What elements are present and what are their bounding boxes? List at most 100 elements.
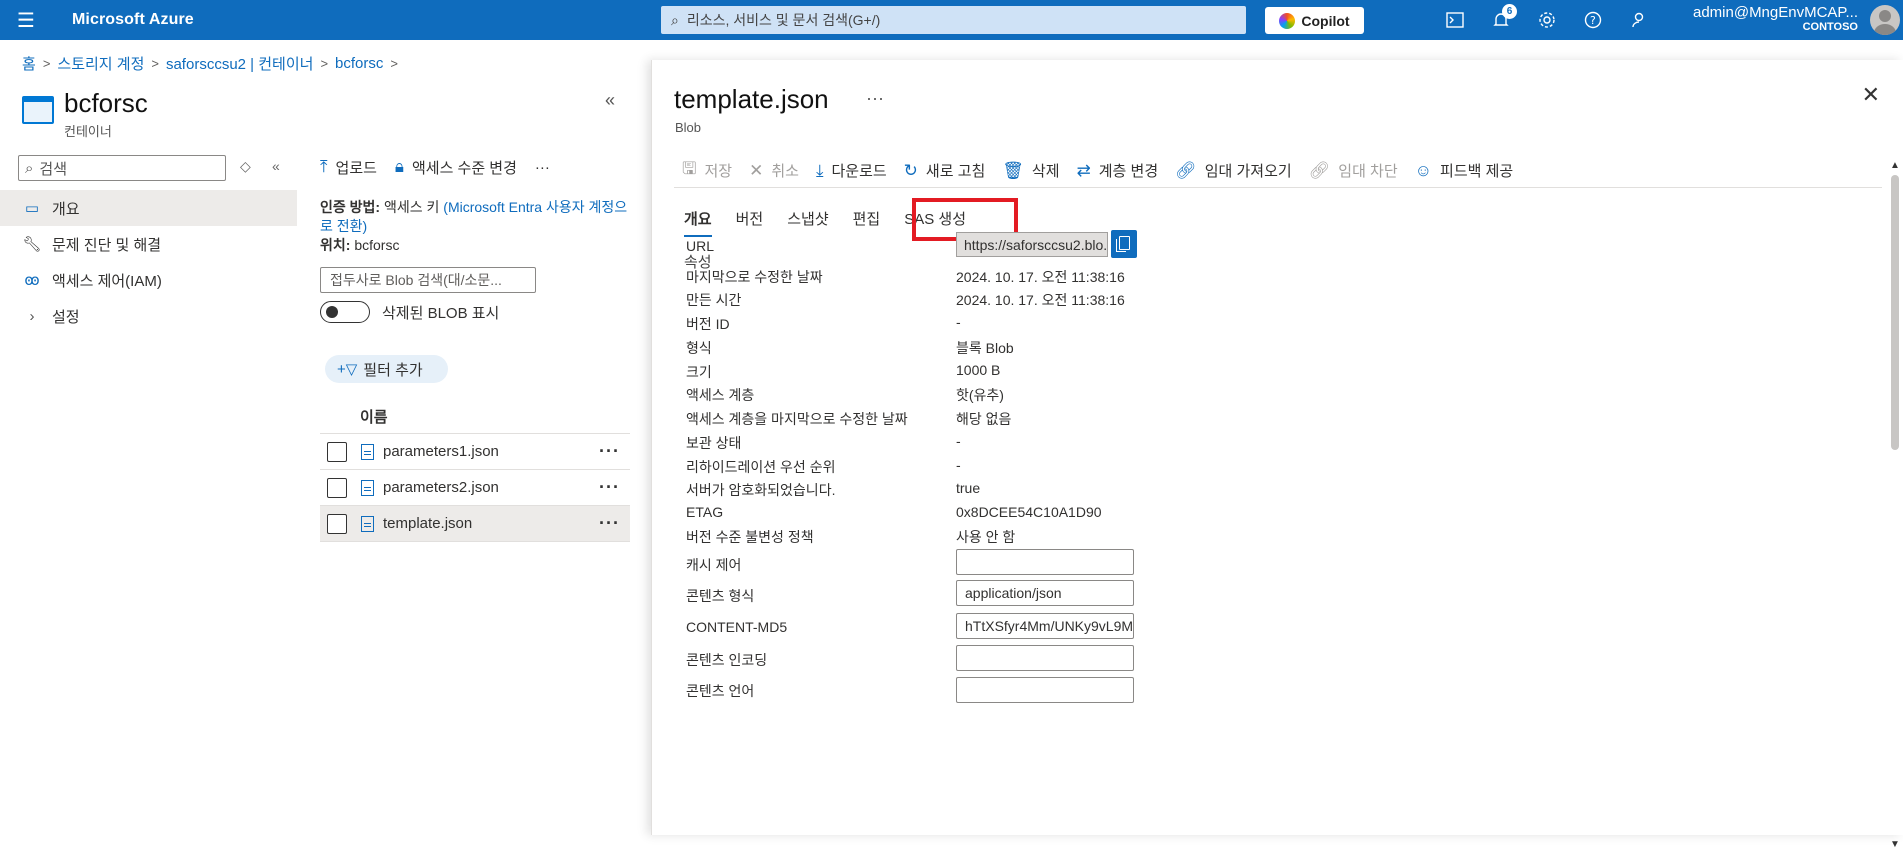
more-actions-button[interactable]: ···: [535, 159, 550, 176]
panel-more-icon[interactable]: ···: [866, 88, 884, 109]
break-lease-button[interactable]: 🔗︎ 임대 차단: [1309, 160, 1398, 181]
delete-button[interactable]: 🗑︎ 삭제: [1002, 160, 1059, 181]
breadcrumb-home[interactable]: 홈: [22, 53, 36, 74]
sort-icon[interactable]: ◇: [240, 158, 251, 175]
portal-brand[interactable]: Microsoft Azure: [72, 11, 194, 29]
hamburger-menu-icon[interactable]: ☰: [0, 0, 52, 40]
property-value: 해당 없음: [956, 411, 1012, 427]
add-filter-button[interactable]: +▽ 필터 추가: [325, 355, 448, 383]
scroll-up-arrow-icon[interactable]: ▲: [1890, 160, 1900, 171]
nav-item-settings[interactable]: › 설정: [0, 298, 297, 334]
download-button[interactable]: ⤓ 다운로드: [816, 160, 887, 181]
chevron-right-icon: >: [390, 56, 398, 71]
link-icon: 🔗︎: [1175, 160, 1197, 180]
feedback-button[interactable]: ☺ 피드백 제공: [1415, 160, 1514, 181]
nav-item-overview[interactable]: ▭ 개요: [0, 190, 297, 226]
nav-item-label: 액세스 제어(IAM): [52, 272, 162, 290]
row-more-icon[interactable]: ···: [599, 441, 620, 462]
table-row[interactable]: parameters2.json ···: [320, 470, 630, 506]
notifications-bell-icon[interactable]: 6: [1488, 4, 1517, 32]
cache-control-input[interactable]: [956, 549, 1134, 575]
table-row[interactable]: parameters1.json ···: [320, 434, 630, 470]
page-subtitle: 컨테이너: [64, 124, 112, 139]
property-label: 크기: [686, 364, 712, 380]
feedback-icon[interactable]: [1626, 8, 1652, 32]
tab-versions[interactable]: 버전: [736, 208, 764, 237]
breadcrumb-storage-accounts[interactable]: 스토리지 계정: [57, 53, 144, 74]
panel-scrollbar[interactable]: ▲ ▼: [1890, 160, 1900, 850]
property-value: -: [956, 314, 961, 330]
close-icon[interactable]: ✕: [1862, 82, 1880, 108]
refresh-button[interactable]: ↻ 새로 고침: [904, 160, 986, 181]
collapse-menu-icon[interactable]: «: [272, 158, 280, 174]
property-value: 1000 B: [956, 362, 1001, 378]
account-menu[interactable]: admin@MngEnvMCAP... CONTOSO: [1680, 4, 1858, 33]
nav-item-label: 설정: [52, 308, 80, 326]
discard-button[interactable]: ✕ 취소: [749, 160, 799, 181]
url-field[interactable]: https://saforsccsu2.blo...: [956, 232, 1108, 257]
file-name-link[interactable]: template.json: [383, 515, 472, 532]
property-label: 액세스 계층을 마지막으로 수정한 날짜: [686, 411, 908, 427]
table-row[interactable]: template.json ···: [320, 506, 630, 542]
search-placeholder: 리소스, 서비스 및 문서 검색(G+/): [686, 12, 881, 28]
row-checkbox[interactable]: [327, 441, 347, 462]
people-icon: ꙭ: [24, 272, 40, 289]
save-button[interactable]: 🖫︎ 저장: [682, 156, 732, 185]
download-icon: ⤓: [815, 160, 824, 180]
change-tier-button[interactable]: ⇄ 계층 변경: [1077, 160, 1159, 181]
copy-to-clipboard-icon[interactable]: [1111, 230, 1137, 258]
search-icon: ⌕: [671, 11, 679, 28]
property-value: 블록 Blob: [956, 340, 1014, 356]
blob-prefix-search-input[interactable]: 접두사로 Blob 검색(대/소문...: [320, 267, 536, 293]
scroll-down-arrow-icon[interactable]: ▼: [1890, 839, 1900, 850]
property-label: 리하이드레이션 우선 순위: [686, 459, 836, 475]
content-encoding-input[interactable]: [956, 645, 1134, 671]
tab-overview[interactable]: 개요: [684, 208, 712, 237]
cloud-shell-icon[interactable]: [1442, 8, 1468, 32]
row-more-icon[interactable]: ···: [599, 477, 620, 498]
save-label: 저장: [704, 163, 733, 180]
breadcrumb-container[interactable]: bcforsc: [335, 55, 383, 72]
upload-button[interactable]: ⤒ 업로드: [320, 157, 377, 178]
nav-item-diagnose[interactable]: 🔧︎ 문제 진단 및 해결: [0, 226, 297, 262]
global-search-input[interactable]: ⌕ 리소스, 서비스 및 문서 검색(G+/): [661, 6, 1246, 34]
copilot-icon: [1279, 12, 1296, 29]
breadcrumb-containers[interactable]: saforsccsu2 | 컨테이너: [166, 53, 313, 74]
copilot-button[interactable]: Copilot: [1265, 7, 1364, 34]
menu-search-input[interactable]: ⌕ 검색: [18, 155, 226, 181]
breadcrumb: 홈 > 스토리지 계정 > saforsccsu2 | 컨테이너 > bcforsc >: [22, 53, 405, 74]
column-header-name[interactable]: 이름: [320, 406, 630, 434]
menu-search-placeholder: 검색: [39, 160, 68, 178]
content-language-input[interactable]: [956, 677, 1134, 703]
file-name-link[interactable]: parameters2.json: [383, 479, 499, 496]
row-checkbox[interactable]: [327, 513, 347, 534]
blob-toolbar: 🖫︎ 저장 ✕ 취소 ⤓ 다운로드 ↻ 새로 고침 🗑︎ 삭제 ⇄ 계층 변경 🔗︎ 임대 가…: [682, 156, 1530, 185]
blob-list-area: ⤒ 업로드 🔒︎ 액세스 수준 변경 ··· 인증 방법: 액세스 키 (Micro…: [320, 150, 630, 542]
settings-gear-icon[interactable]: [1534, 8, 1560, 32]
content-encoding-label: 콘텐츠 인코딩: [686, 652, 768, 668]
row-more-icon[interactable]: ···: [599, 513, 620, 534]
row-checkbox[interactable]: [327, 477, 347, 498]
refresh-label: 새로 고침: [925, 163, 986, 180]
container-icon: [22, 96, 54, 124]
avatar[interactable]: [1870, 5, 1900, 35]
acquire-lease-button[interactable]: 🔗︎ 임대 가져오기: [1175, 160, 1292, 181]
scroll-thumb[interactable]: [1891, 175, 1899, 450]
tab-edit[interactable]: 편집: [853, 208, 881, 237]
broken-link-icon: 🔗︎: [1308, 160, 1331, 180]
chevron-right-icon: ›: [29, 307, 35, 325]
nav-item-iam[interactable]: ꙭ 액세스 제어(IAM): [0, 262, 297, 298]
property-value: -: [956, 433, 961, 449]
help-icon[interactable]: ?: [1580, 8, 1606, 32]
change-access-level-label: 액세스 수준 변경: [411, 159, 517, 177]
collapse-double-chevron-icon[interactable]: «: [605, 90, 615, 111]
show-deleted-toggle[interactable]: [320, 301, 370, 323]
tab-snapshots[interactable]: 스냅샷: [787, 208, 828, 237]
page-title: bcforsc: [64, 88, 148, 118]
content-type-input[interactable]: application/json: [956, 580, 1134, 606]
save-icon: 🖫︎: [682, 159, 697, 178]
change-access-level-button[interactable]: 🔒︎ 액세스 수준 변경: [395, 157, 517, 178]
blob-title: template.json: [674, 84, 829, 114]
content-md5-input[interactable]: hTtXSfyr4Mm/UNKy9vL9Mg...: [956, 613, 1134, 639]
file-name-link[interactable]: parameters1.json: [383, 443, 499, 460]
